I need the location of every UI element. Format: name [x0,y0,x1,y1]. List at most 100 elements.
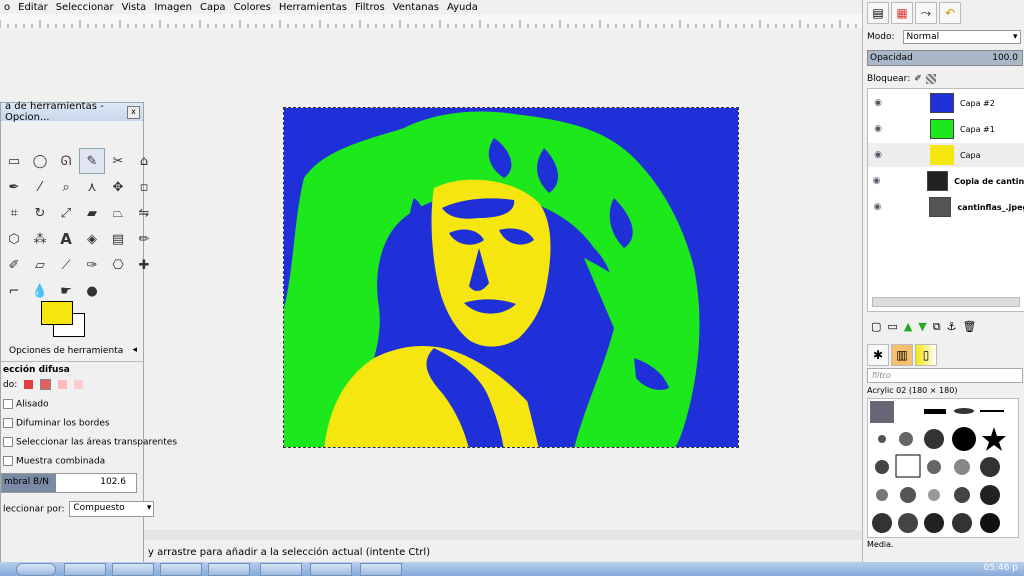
text-icon[interactable]: A [53,226,79,252]
start-button[interactable] [16,563,56,576]
taskbar-app-5[interactable] [260,563,302,576]
layer-mode-select[interactable]: Normal ▾ [902,30,1021,44]
new-group-icon[interactable]: ▭ [887,320,897,334]
warp-icon[interactable]: ⁂ [27,226,53,252]
eye-icon[interactable]: ◉ [868,202,887,212]
gradients-tab-icon[interactable]: ▯ [915,344,937,366]
mode-replace-icon[interactable] [24,380,34,389]
measure-icon[interactable]: ⋏ [79,174,105,200]
tab-menu-icon[interactable]: ◂ [132,345,137,355]
taskbar-app-6[interactable] [310,563,352,576]
foreground-color-swatch[interactable] [41,301,73,325]
lock-alpha-icon[interactable] [925,74,936,84]
layer-row[interactable]: ◉ cantinflas_.jpeg [868,195,1024,219]
align-icon[interactable]: ▫ [131,174,157,200]
menu-edit[interactable]: Editar [18,2,48,13]
perspective-icon[interactable]: ⏢ [105,200,131,226]
color-picker-icon[interactable]: ⁄ [27,174,53,200]
bucket-fill-icon[interactable]: ◈ [79,226,105,252]
paintbrush-icon[interactable]: ✐ [1,252,27,278]
taskbar-app-7[interactable] [360,563,402,576]
new-layer-icon[interactable]: ▢ [871,320,881,334]
duplicate-layer-icon[interactable]: ⧉ [933,320,941,334]
cage-icon[interactable]: ⬡ [1,226,27,252]
transparent-option[interactable]: Seleccionar las áreas transparentes [3,437,177,448]
mode-intersect-icon[interactable] [73,380,83,389]
menu-view[interactable]: Vista [122,2,147,13]
eye-icon[interactable]: ◉ [868,150,888,160]
menu-image[interactable]: Imagen [154,2,192,13]
select-by-dropdown[interactable]: Compuesto ▾ [69,501,155,517]
brush-filter-input[interactable]: filtro [867,368,1023,383]
menu-tools[interactable]: Herramientas [279,2,347,13]
perspective-clone-icon[interactable]: ⌐ [1,278,27,304]
clone-icon[interactable]: ⎔ [105,252,131,278]
sample-merged-checkbox[interactable] [3,456,13,466]
paths-tab-icon[interactable]: ⤳ [915,2,937,24]
raise-layer-icon[interactable]: ▲ [904,320,912,334]
fuzzy-select-icon[interactable]: ✎ [79,148,105,174]
gradient-icon[interactable]: ▤ [105,226,131,252]
menu-filters[interactable]: Filtros [355,2,385,13]
eye-icon[interactable]: ◉ [868,124,888,134]
menu-windows[interactable]: Ventanas [393,2,439,13]
eye-icon[interactable]: ◉ [868,98,888,108]
flip-icon[interactable]: ⇋ [131,200,157,226]
eye-icon[interactable]: ◉ [868,176,885,186]
lock-pixels-icon[interactable]: ✐ [914,74,922,84]
ink-icon[interactable]: ✑ [79,252,105,278]
layer-row[interactable]: ◉ Capa [868,143,1024,167]
rotate-icon[interactable]: ↻ [27,200,53,226]
foreground-select-icon[interactable]: ⌂ [131,148,157,174]
opacity-slider[interactable]: Opacidad 100.0 [867,50,1023,66]
lasso-icon[interactable]: ᘏ [53,148,79,174]
image-canvas[interactable] [283,107,739,448]
paths-icon[interactable]: ✒ [1,174,27,200]
toolbox-titlebar[interactable]: a de herramientas - Opcion... x [1,101,143,123]
shear-icon[interactable]: ▰ [79,200,105,226]
menu-layer[interactable]: Capa [200,2,226,13]
pencil-icon[interactable]: ✏ [131,226,157,252]
tool-options-tab[interactable]: Opciones de herramienta ◂ [1,341,143,362]
airbrush-icon[interactable]: ⟋ [53,252,79,278]
heal-icon[interactable]: ✚ [131,252,157,278]
undo-tab-icon[interactable]: ↶ [939,2,961,24]
horizontal-scrollbar[interactable] [144,530,862,540]
dodge-burn-icon[interactable]: ● [79,278,105,304]
rect-select-icon[interactable]: ▭ [1,148,27,174]
mode-subtract-icon[interactable] [57,380,67,389]
mode-add-icon[interactable] [40,379,52,390]
taskbar-app-3[interactable] [160,563,202,576]
taskbar-app-4[interactable] [208,563,250,576]
close-icon[interactable]: x [127,106,140,119]
antialias-checkbox[interactable] [3,399,13,409]
antialias-option[interactable]: Alisado [3,399,49,410]
menu-help[interactable]: Ayuda [447,2,478,13]
crop-icon[interactable]: ⌗ [1,200,27,226]
eraser-icon[interactable]: ▱ [27,252,53,278]
layer-row[interactable]: ◉ Copia de cantinfla [868,169,1024,193]
zoom-icon[interactable]: ⌕ [53,174,79,200]
brushes-tab-icon[interactable]: ✱ [867,344,889,366]
delete-layer-icon[interactable]: 🗑 [962,320,976,334]
sample-merged-option[interactable]: Muestra combinada [3,456,105,467]
layer-row[interactable]: ◉ Capa #2 [868,91,1024,115]
layer-row[interactable]: ◉ Capa #1 [868,117,1024,141]
scale-icon[interactable]: ⤢ [53,200,79,226]
ellipse-select-icon[interactable]: ◯ [27,148,53,174]
patterns-tab-icon[interactable]: ▥ [891,344,913,366]
menu-colors[interactable]: Colores [234,2,271,13]
taskbar-app-2[interactable] [112,563,154,576]
menu-select[interactable]: Seleccionar [56,2,114,13]
channels-tab-icon[interactable]: ▦ [891,2,913,24]
feather-checkbox[interactable] [3,418,13,428]
taskbar-app-1[interactable] [64,563,106,576]
layers-hscroll[interactable] [872,297,1020,307]
layers-tab-icon[interactable]: ▤ [867,2,889,24]
feather-option[interactable]: Difuminar los bordes [3,418,110,429]
threshold-slider[interactable]: mbral B/N 102.6 [1,473,137,493]
move-icon[interactable]: ✥ [105,174,131,200]
anchor-icon[interactable]: ⚓ [947,320,957,334]
brush-grid[interactable] [867,398,1019,538]
lower-layer-icon[interactable]: ▼ [918,320,926,334]
